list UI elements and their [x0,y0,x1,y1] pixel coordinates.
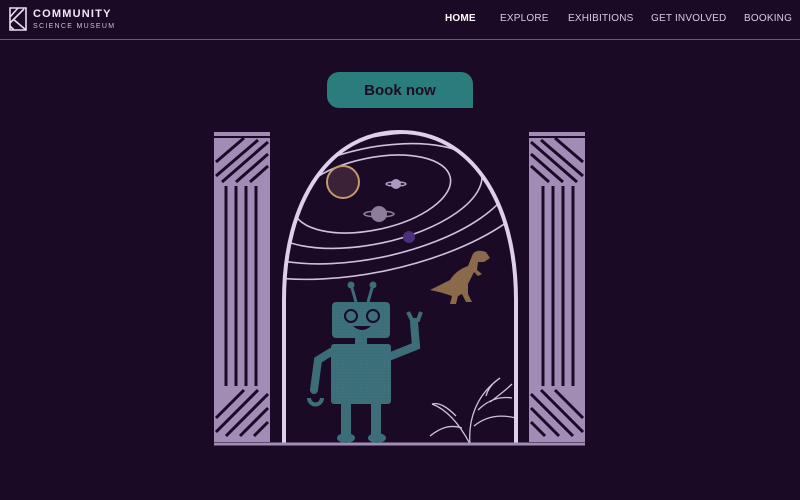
planet-ringed-icon [385,179,407,189]
robot-icon [307,281,423,443]
planet-saturn-icon [363,206,395,222]
book-now-button[interactable]: Book now [327,72,473,108]
left-column-icon [214,132,270,442]
page: COMMUNITY SCIENCE MUSEUM HOME EXPLORE EX… [0,0,800,500]
fern-icon [429,377,516,444]
planet-small-icon [403,231,415,243]
right-column-icon [529,132,585,442]
planet-large-icon [326,165,360,199]
t-rex-icon [430,250,490,304]
